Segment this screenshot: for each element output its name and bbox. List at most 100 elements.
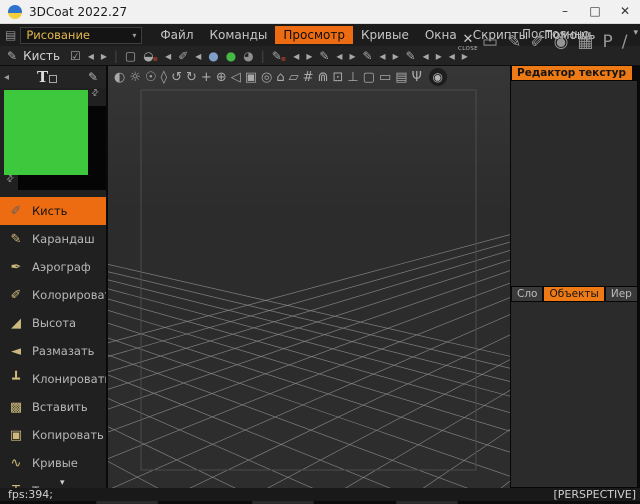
next-arrow-icon[interactable]: ▸ (349, 49, 355, 63)
pencil-icon[interactable]: ✎ (319, 49, 329, 63)
clone-stamp-icon: ┻ (0, 372, 32, 387)
rect-view-icon[interactable]: ▭ (379, 71, 391, 84)
tool-item-curves[interactable]: ∿ Кривые (0, 449, 106, 477)
camera-record-icon[interactable]: ◉ (554, 34, 569, 51)
cube-view-icon[interactable]: ▱ (289, 71, 299, 84)
menu-item-curves[interactable]: Кривые (353, 26, 417, 44)
next-arrow-icon[interactable]: ▸ (306, 49, 312, 63)
tool-option-icons: ☑◂▸|▢◒▪◂✐◂●●◕|✎▪◂▸✎◂▸✎◂▸✎◂▸◂▸ (70, 48, 468, 63)
rotate-view-icon[interactable]: ↻ (186, 71, 197, 84)
tab-objects[interactable]: Объекты (544, 287, 603, 301)
brush-stroke-icon[interactable]: ✐ (530, 34, 544, 51)
zoom-icon[interactable]: ⊕ (216, 71, 227, 84)
stroke-lasso-icon[interactable]: ✐ (178, 49, 188, 63)
close-button[interactable]: ✕ (610, 0, 640, 23)
prev-arrow-icon[interactable]: ◂ (293, 49, 299, 63)
focus-icon[interactable]: ⊡ (332, 71, 343, 84)
prev-arrow-icon[interactable]: ◂ (195, 49, 201, 63)
tool-item-height[interactable]: ◢ Высота (0, 309, 106, 337)
pen-slash-icon[interactable]: ∕ (622, 34, 628, 51)
brightness-icon[interactable]: ☼ (129, 71, 141, 84)
contrast-icon[interactable]: ◐ (114, 71, 125, 84)
sphere-gray-icon[interactable]: ◕ (243, 49, 253, 63)
pencil-icon[interactable]: ✎ (362, 49, 372, 63)
document-gear-icon[interactable]: ▤ (5, 28, 16, 42)
checker-pattern-icon[interactable]: ▦ (577, 34, 593, 51)
prev-arrow-icon[interactable]: ◂ (380, 49, 386, 63)
tool-item-colorize[interactable]: ✐ Колорировать (0, 281, 106, 309)
tab-texture-editor[interactable]: Редактор текстур (512, 66, 632, 80)
color-circle-icon[interactable]: ● (226, 49, 236, 63)
viewport-canvas[interactable] (108, 88, 510, 488)
window-title: 3DCoat 2022.27 (29, 5, 127, 19)
text-tool-icon[interactable]: T (37, 68, 57, 86)
cluster-icons: ▭ ✎ ✐ ◉ ▦ P ∕ (482, 34, 627, 51)
canvas-frame (141, 90, 476, 470)
tool-item-pencil[interactable]: ✎ Карандаш (0, 225, 106, 253)
curves-icon: ∿ (0, 456, 32, 471)
tool-item-paste[interactable]: ▩ Вставить (0, 393, 106, 421)
panel-icon[interactable]: ▭ (482, 34, 498, 51)
axes-icon[interactable]: ⊥ (347, 71, 358, 84)
square-brush-tip-icon[interactable]: ▢ (125, 49, 136, 63)
maximize-button[interactable]: □ (580, 0, 610, 23)
chevron-down-icon[interactable]: ▾ (633, 28, 638, 38)
prev-arrow-icon[interactable]: ◂ (336, 49, 342, 63)
shading-icon[interactable]: ☉ (145, 71, 157, 84)
menu-item-view[interactable]: Просмотр (275, 26, 353, 44)
foreground-color-swatch[interactable] (4, 90, 88, 175)
tool-item-clone[interactable]: ┻ Клонировать (0, 365, 106, 393)
tool-item-text[interactable]: T Текст (0, 477, 106, 488)
pen-settings-icon[interactable]: ✎ (507, 34, 521, 51)
view-angle-icon[interactable]: ◁ (231, 71, 241, 84)
copy-icon: ▣ (0, 428, 32, 443)
collapse-arrow-icon[interactable]: ◂ (0, 72, 13, 83)
menu-item-commands[interactable]: Команды (202, 26, 276, 44)
close-panel-button[interactable]: ✕ CLOSE (458, 33, 478, 53)
viewport-icon-row: ◐ ☼ ☉ ◊ ↺ ↻ + ⊕ ◁ ▣ ◎ ⌂ ▱ # ⋒⊡ ⊥ ▢ ▭ ▤ Ψ ◉ (108, 66, 510, 88)
frame-view-icon[interactable]: ▣ (245, 71, 257, 84)
pan-view-icon[interactable]: + (201, 71, 212, 84)
colorize-icon: ✐ (0, 288, 32, 303)
next-arrow-icon[interactable]: ▸ (393, 49, 399, 63)
pencil-icon[interactable]: ✎ (88, 70, 98, 84)
projection-label: [PERSPECTIVE] (554, 488, 637, 501)
sphere-blue-icon[interactable]: ● (208, 49, 218, 63)
viewport[interactable]: ◐ ☼ ☉ ◊ ↺ ↻ + ⊕ ◁ ▣ ◎ ⌂ ▱ # ⋒⊡ ⊥ ▢ ▭ ▤ Ψ ◉ (108, 66, 510, 488)
close-label: CLOSE (458, 47, 478, 53)
next-arrow-icon[interactable]: ▸ (101, 49, 107, 63)
projector-icon[interactable]: Ψ (412, 71, 422, 84)
tab-layers[interactable]: Сло (512, 287, 542, 301)
minimize-button[interactable]: – (550, 0, 580, 23)
droplet-rotate-icon[interactable]: ↺ (171, 71, 182, 84)
tab-hierarchy[interactable]: Иер (606, 287, 637, 301)
home-view-icon[interactable]: ⌂ (276, 71, 284, 84)
prev-arrow-icon[interactable]: ◂ (423, 49, 429, 63)
tool-item-copy[interactable]: ▣ Копировать (0, 421, 106, 449)
pointer-p-icon[interactable]: P (602, 34, 612, 51)
prev-arrow-icon[interactable]: ◂ (165, 49, 171, 63)
room-mode-select[interactable]: Рисование ▾ (20, 27, 142, 44)
selection-bounds-icon[interactable]: ▢ (363, 71, 375, 84)
grid-toggle-icon[interactable]: # (303, 71, 314, 84)
prev-arrow-icon[interactable]: ◂ (88, 49, 94, 63)
next-arrow-icon[interactable]: ▸ (436, 49, 442, 63)
droplet-icon[interactable]: ◊ (161, 71, 167, 84)
checkbox-icon[interactable]: ☑ (70, 49, 81, 63)
pencil-icon[interactable]: ✎ (406, 49, 416, 63)
lock-badge-icon[interactable]: ▪ (153, 54, 158, 63)
background-image-icon[interactable]: ▤ (395, 71, 407, 84)
snap-3d-icon[interactable]: ⋒ (318, 71, 329, 84)
tool-item-brush[interactable]: ✐ Кисть (0, 197, 106, 225)
swap-colors-icon[interactable]: ⇄ (90, 87, 102, 99)
tool-item-smudge[interactable]: ◄ Размазать (0, 337, 106, 365)
tool-item-airbrush[interactable]: ✒ Аэрограф (0, 253, 106, 281)
menu-item-file[interactable]: Файл (152, 26, 201, 44)
camera-icon[interactable]: ◉ (429, 68, 447, 86)
lock-badge-icon[interactable]: ▪ (281, 54, 286, 63)
texture-editor-panel[interactable] (510, 80, 638, 287)
separator: | (114, 49, 118, 63)
objects-panel[interactable] (510, 301, 638, 488)
scroll-down-icon[interactable]: ▾ (60, 478, 65, 488)
turntable-icon[interactable]: ◎ (261, 71, 272, 84)
